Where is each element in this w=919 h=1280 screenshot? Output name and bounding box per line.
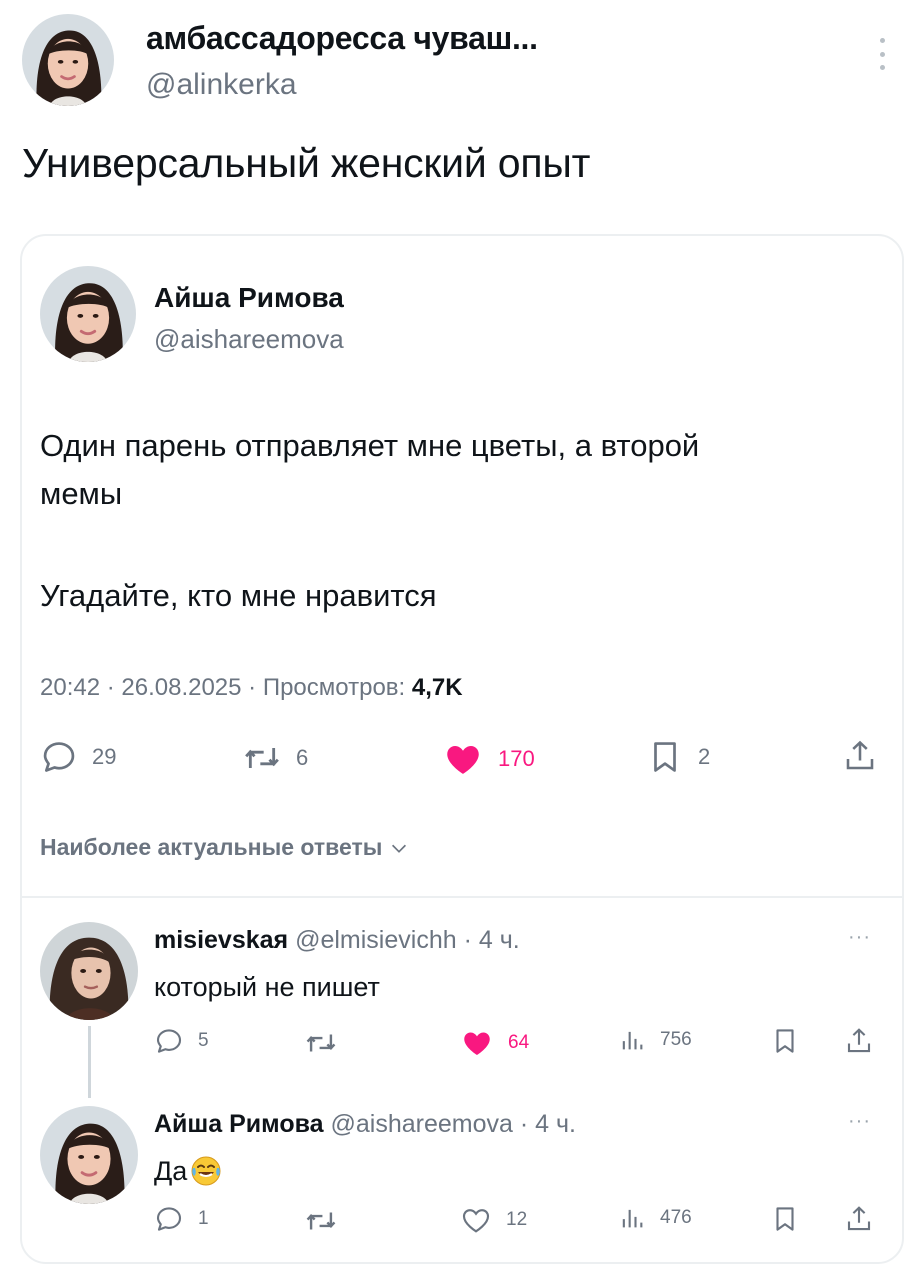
repost-button[interactable] (304, 1204, 352, 1238)
more-options-icon[interactable]: ··· (848, 1110, 871, 1133)
reply-author-name[interactable]: Айша Римова (154, 1110, 324, 1138)
bookmark-icon (770, 1026, 800, 1056)
repost-icon (242, 738, 282, 778)
quoted-text-line: Угадайте, кто мне нравится (40, 578, 437, 613)
replies-sort-dropdown[interactable]: Наиболее актуальные ответы (40, 834, 410, 861)
bookmark-button[interactable] (770, 1026, 800, 1056)
reply-author-name[interactable]: misievskaя (154, 926, 288, 954)
views-button[interactable]: 756 (618, 1026, 692, 1054)
reply-handle-time[interactable]: @aishareemova · 4 ч. (330, 1110, 575, 1138)
views-count: 756 (660, 1029, 692, 1050)
post-text: Универсальный женский опыт (22, 140, 591, 186)
more-options-icon[interactable]: ··· (848, 926, 871, 949)
bookmark-icon (646, 738, 684, 776)
repost-count: 6 (296, 745, 309, 770)
repost-button[interactable]: 6 (242, 738, 308, 778)
reply-avatar[interactable] (40, 922, 138, 1020)
reply-icon (40, 738, 78, 776)
heart-icon (460, 1026, 494, 1060)
reply-button[interactable]: 1 (154, 1204, 209, 1234)
bookmark-icon (770, 1204, 800, 1234)
chevron-down-icon (388, 837, 410, 859)
share-button[interactable] (844, 1204, 874, 1234)
like-count: 170 (498, 746, 535, 771)
bookmark-count: 2 (698, 744, 711, 769)
bookmark-button[interactable] (770, 1204, 800, 1234)
author-avatar[interactable] (22, 14, 114, 106)
quoted-text-line: Один парень отправляет мне цветы, а втор… (40, 428, 700, 463)
quoted-author-handle[interactable]: @aishareemova (154, 324, 344, 355)
reply-handle-time[interactable]: @elmisievichh · 4 ч. (295, 926, 520, 954)
avatar-photo (40, 922, 138, 1020)
reply-button[interactable]: 29 (40, 738, 116, 776)
views-button[interactable]: 476 (618, 1204, 692, 1232)
avatar-photo (22, 14, 114, 106)
reply-count: 29 (92, 744, 117, 769)
reply-action-bar: 1 12 476 (22, 1204, 906, 1248)
post-timestamp: 20:42 · 26.08.2025 · Просмотров: (40, 674, 412, 701)
like-button[interactable]: 12 (460, 1204, 527, 1236)
repost-button[interactable] (304, 1026, 352, 1060)
share-icon (844, 1204, 874, 1234)
reply-button[interactable]: 5 (154, 1026, 209, 1056)
share-button[interactable] (844, 1026, 874, 1056)
like-button[interactable]: 64 (460, 1026, 529, 1060)
views-icon (618, 1204, 646, 1232)
sort-label: Наиболее актуальные ответы (40, 834, 383, 860)
views-icon (618, 1026, 646, 1054)
like-button[interactable]: 170 (442, 738, 535, 780)
reply-icon (154, 1204, 184, 1234)
avatar-photo (40, 1106, 138, 1204)
repost-icon (304, 1204, 338, 1238)
post-meta: 20:42 · 26.08.2025 · Просмотров: 4,7K (40, 674, 463, 702)
bookmark-button[interactable]: 2 (646, 738, 710, 776)
like-count: 64 (508, 1032, 530, 1053)
reply-avatar[interactable] (40, 1106, 138, 1204)
share-icon (844, 1026, 874, 1056)
more-options-icon[interactable] (872, 34, 892, 74)
reply-count: 5 (198, 1030, 209, 1051)
share-icon (842, 738, 878, 774)
reply-text-content: Да (154, 1155, 188, 1186)
heart-outline-icon (460, 1204, 492, 1236)
reply-icon (154, 1026, 184, 1056)
divider (22, 896, 902, 898)
heart-icon (442, 738, 484, 780)
reply-action-bar: 5 64 756 (22, 1026, 906, 1070)
views-count: 4,7K (411, 674, 463, 701)
author-handle[interactable]: @alinkerka (146, 68, 297, 102)
reply-text: который не пишет (154, 972, 380, 1002)
author-name[interactable]: амбассадоресса чуваш... (146, 20, 538, 57)
quoted-text-line: мемы (40, 476, 123, 511)
like-count: 12 (506, 1209, 528, 1230)
views-count: 476 (660, 1207, 692, 1228)
quoted-author-avatar[interactable] (40, 266, 136, 362)
reply-header: Айша Римова @aishareemova · 4 ч. (154, 1110, 576, 1139)
reply-text: Да (154, 1154, 223, 1188)
laughing-tears-emoji-icon (191, 1156, 221, 1186)
quoted-post-card[interactable]: Айша Римова @aishareemova Один парень от… (20, 234, 904, 1264)
quoted-author-name[interactable]: Айша Римова (154, 282, 344, 314)
reply-header: misievskaя @elmisievichh · 4 ч. (154, 926, 520, 955)
action-bar: 29 6 170 2 (22, 738, 906, 782)
reply-count: 1 (198, 1208, 209, 1229)
share-button[interactable] (842, 738, 878, 774)
avatar-photo (40, 266, 136, 362)
repost-icon (304, 1026, 338, 1060)
